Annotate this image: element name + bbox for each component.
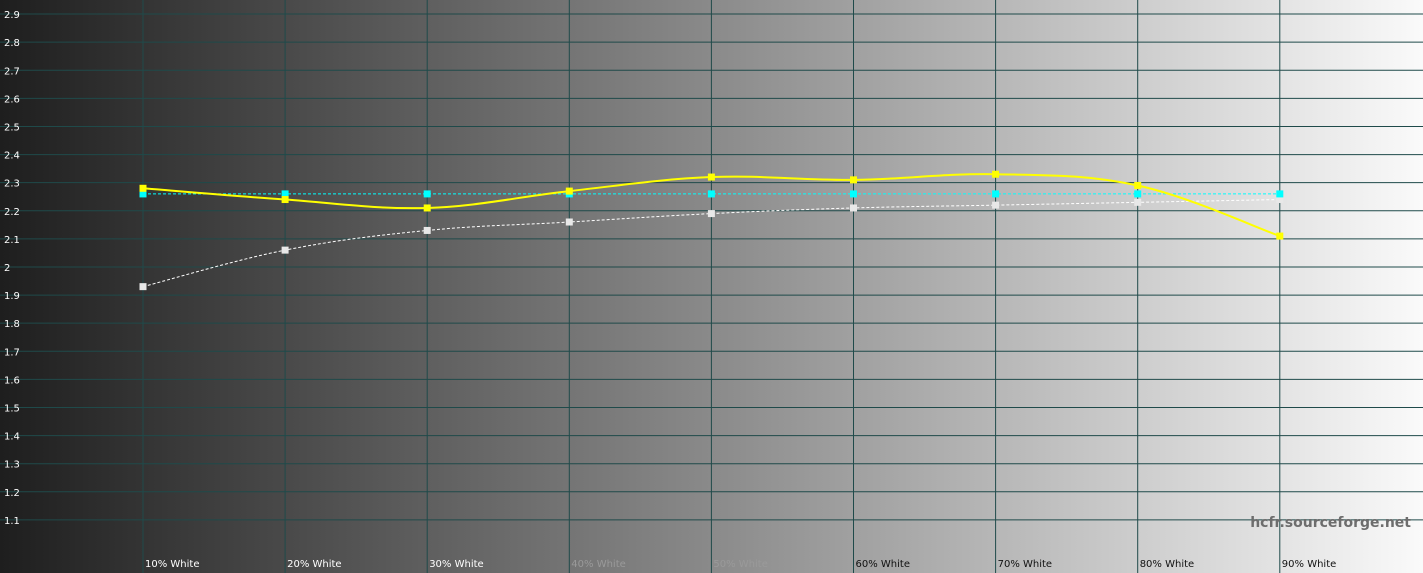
x-tick-label: 80% White [1140,559,1194,570]
y-tick-label: 2.9 [4,10,20,21]
y-tick-label: 1.8 [4,319,20,330]
y-tick-label: 2.4 [4,151,20,162]
y-tick-label: 1.5 [4,403,20,414]
data-point [992,190,1000,198]
y-tick-label: 2.6 [4,94,20,105]
data-point [565,218,573,226]
data-point [850,204,857,212]
x-axis-ticks: 10% White 20% White 30% White 40% White 50% … [145,559,1336,570]
y-tick-label: 2.7 [4,66,20,77]
data-point [850,176,857,184]
y-tick-label: 2 [4,263,10,274]
x-tick-label: 70% White [998,559,1052,570]
x-tick-label: 30% White [429,559,483,570]
y-tick-label: 1.7 [4,347,20,358]
y-tick-label: 2.2 [4,207,20,218]
data-point [707,210,715,218]
data-point [1134,198,1142,206]
data-point [1134,190,1142,198]
y-tick-label: 2.8 [4,38,20,49]
x-tick-label: 60% White [856,559,910,570]
gamma-chart: 1.1 1.2 1.3 1.4 1.5 1.6 1.7 1.8 1.9 2 2.1 2.2 2.3 2.4… [0,0,1423,573]
data-point [1134,181,1142,189]
data-point [139,283,147,291]
data-point [992,201,1000,209]
data-point [565,187,573,195]
data-point [992,170,1000,178]
y-tick-label: 1.9 [4,291,20,302]
data-point [1276,190,1284,198]
y-tick-label: 1.6 [4,375,20,386]
y-tick-label: 2.3 [4,179,20,190]
y-tick-label: 2.1 [4,235,20,246]
watermark-text: hcfr.sourceforge.net [1250,515,1411,531]
data-point [423,226,431,234]
data-point [850,190,857,198]
y-tick-label: 1.2 [4,488,20,499]
y-tick-label: 1.4 [4,432,20,443]
data-point [423,190,431,198]
data-point [281,196,289,204]
x-tick-label: 50% White [713,559,767,570]
gamma-chart-svg: 1.1 1.2 1.3 1.4 1.5 1.6 1.7 1.8 1.9 2 2.1 2.2 2.3 2.4… [0,0,1423,573]
data-point [707,173,715,181]
y-tick-label: 1.3 [4,460,20,471]
data-point [423,204,431,212]
x-tick-label: 40% White [571,559,625,570]
y-tick-label: 1.1 [4,516,20,527]
x-tick-label: 90% White [1282,559,1336,570]
x-tick-label: 20% White [287,559,341,570]
data-point [281,246,289,254]
data-point [139,184,147,192]
data-point [707,190,715,198]
x-tick-label: 10% White [145,559,199,570]
y-tick-label: 2.5 [4,122,20,133]
data-point [1276,232,1284,240]
